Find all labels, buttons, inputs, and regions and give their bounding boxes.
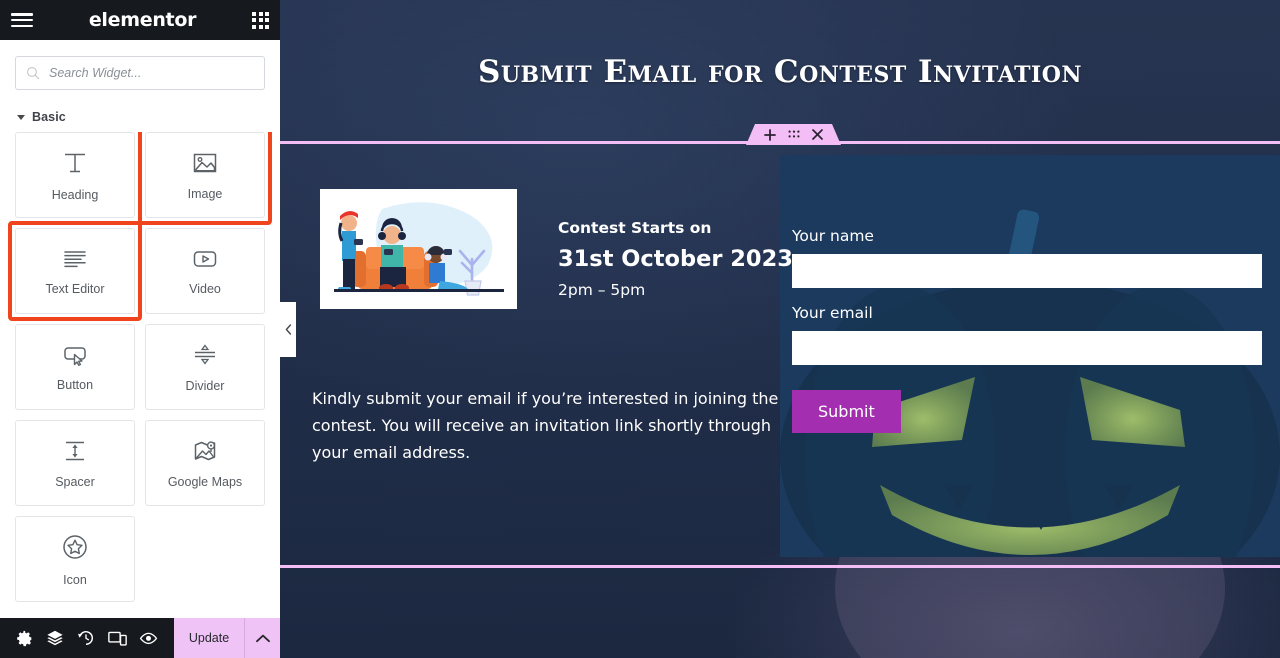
widget-label: Icon (63, 572, 87, 587)
widget-grid: Heading Image Text Editor Video Button D… (8, 132, 272, 602)
category-header-basic[interactable]: Basic (0, 90, 280, 132)
contest-details: Contest Starts on 31st October 2023 2pm … (558, 219, 793, 299)
widget-video[interactable]: Video (145, 228, 265, 314)
widget-image[interactable]: Image (145, 132, 265, 218)
widget-cell-icon: Icon (15, 516, 135, 602)
search-box[interactable] (15, 56, 265, 90)
widget-label: Google Maps (167, 474, 243, 489)
hamburger-icon[interactable] (11, 11, 33, 29)
preview-eye-icon[interactable] (134, 624, 162, 652)
widget-divider[interactable]: Divider (145, 324, 265, 410)
email-form-panel: Your name Your email Submit (780, 155, 1280, 557)
widget-cell-spacer: Spacer (15, 420, 135, 506)
elementor-editor: elementor Basic (0, 0, 1280, 658)
image-icon (193, 153, 217, 172)
widget-cell-image: Image (138, 132, 272, 225)
divider-icon (195, 343, 215, 365)
submit-button[interactable]: Submit (792, 390, 901, 433)
name-field-label: Your name (792, 227, 874, 245)
widget-list: Heading Image Text Editor Video Button D… (0, 132, 280, 658)
widget-google-maps[interactable]: Google Maps (145, 420, 265, 506)
contest-time: 2pm – 5pm (558, 281, 646, 299)
selected-section[interactable]: Your name Your email Submit Contest Star… (280, 141, 1280, 568)
chevron-left-icon (285, 324, 291, 335)
grid-apps-icon[interactable] (252, 11, 269, 29)
responsive-mode-icon[interactable] (103, 624, 131, 652)
name-input[interactable] (792, 254, 1262, 288)
widget-heading[interactable]: Heading (15, 132, 135, 218)
bottom-bar-icons (0, 624, 174, 652)
contest-starts-label: Contest Starts on (558, 219, 712, 237)
widget-label: Spacer (55, 474, 95, 489)
widget-cell-button: Button (15, 324, 135, 410)
video-icon (193, 250, 217, 267)
star-icon (63, 534, 87, 559)
widget-label: Video (189, 281, 221, 296)
widget-label: Text Editor (45, 281, 105, 296)
widget-text-editor[interactable]: Text Editor (15, 228, 135, 314)
widgets-panel: elementor Basic (0, 0, 280, 658)
people-on-couch-illustration (320, 189, 517, 309)
widget-button[interactable]: Button (15, 324, 135, 410)
drag-dots-icon[interactable] (788, 130, 800, 139)
editor-canvas: Submit Email for Contest Invitation Your… (280, 0, 1280, 658)
panel-collapse-handle[interactable] (280, 302, 296, 357)
section-toolbar (746, 124, 841, 145)
widget-cell-divider: Divider (145, 324, 265, 410)
category-title: Basic (32, 110, 66, 124)
email-input[interactable] (792, 331, 1262, 365)
widget-cell-text-editor: Text Editor (8, 221, 142, 321)
update-button[interactable]: Update (174, 618, 244, 658)
button-icon (64, 346, 86, 366)
plus-icon[interactable] (764, 129, 776, 141)
chevron-up-icon[interactable] (244, 618, 280, 658)
layers-navigator-icon[interactable] (41, 624, 69, 652)
widget-label: Divider (185, 378, 225, 393)
heading-icon (65, 153, 85, 172)
text-editor-icon (64, 250, 86, 267)
widget-icon[interactable]: Icon (15, 516, 135, 602)
widget-label: Button (56, 377, 94, 392)
panel-header: elementor (0, 0, 280, 40)
close-x-icon[interactable] (812, 129, 823, 140)
editor-bottom-bar: Update (0, 618, 280, 658)
contest-date: 31st October 2023 (558, 246, 793, 272)
search-icon (27, 67, 40, 80)
widget-spacer[interactable]: Spacer (15, 420, 135, 506)
contest-blurb: Kindly submit your email if you’re inter… (312, 389, 779, 462)
spacer-icon (66, 441, 84, 460)
search-widget-container (0, 40, 280, 90)
widget-label: Image (187, 186, 223, 201)
widget-cell-video: Video (145, 228, 265, 314)
history-icon[interactable] (72, 624, 100, 652)
contest-illustration[interactable] (320, 189, 517, 309)
email-field-label: Your email (792, 304, 873, 322)
widget-cell-google-maps: Google Maps (145, 420, 265, 506)
widget-label: Heading (51, 187, 99, 202)
elementor-logo: elementor (88, 9, 197, 31)
search-input[interactable] (49, 66, 254, 80)
caret-down-icon (17, 114, 25, 120)
settings-gear-icon[interactable] (10, 624, 38, 652)
form-fields: Your name Your email Submit (792, 227, 1280, 433)
widget-cell-heading: Heading (15, 132, 135, 218)
page-title: Submit Email for Contest Invitation (477, 54, 1082, 90)
google-maps-icon (194, 440, 216, 460)
